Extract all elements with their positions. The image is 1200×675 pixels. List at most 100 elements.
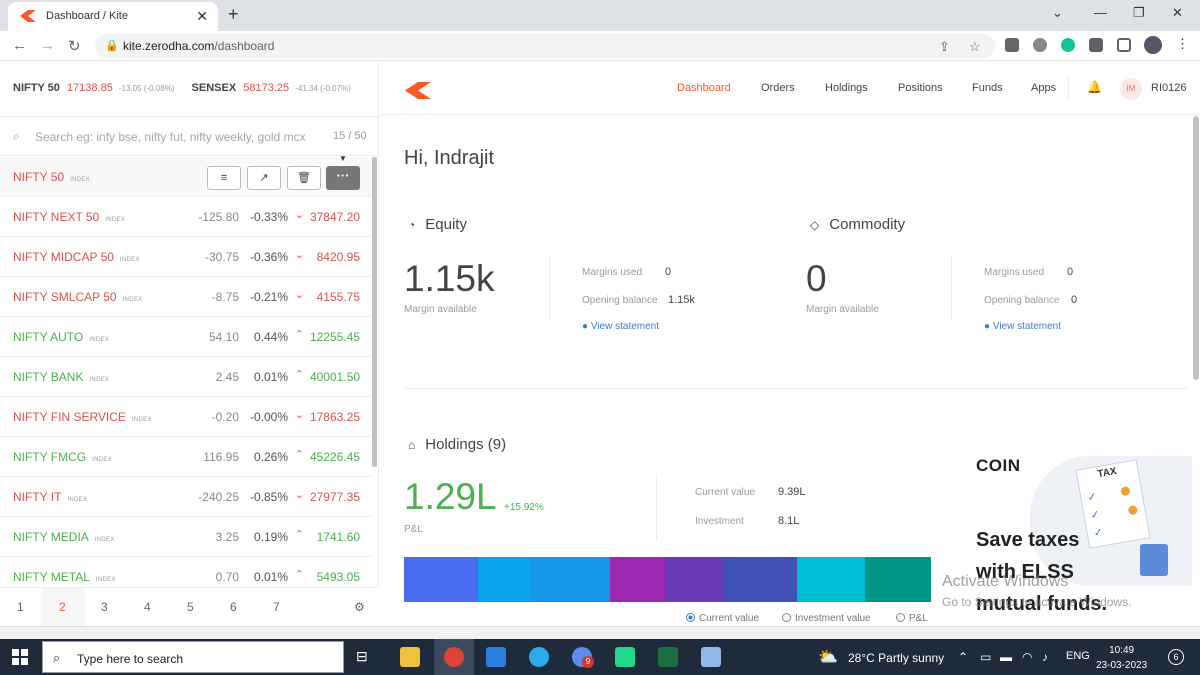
instrument-symbol: NIFTY FIN SERVICE (13, 410, 126, 424)
dashboard-scrollbar[interactable] (1193, 116, 1199, 380)
user-id[interactable]: RI0126 (1151, 82, 1186, 94)
kite-logo-icon[interactable] (405, 82, 431, 99)
instrument-tag: INDEX (119, 257, 140, 263)
side-panel-icon[interactable] (1117, 38, 1131, 52)
watchlist-page-1[interactable]: 1 (17, 600, 24, 614)
watchlist-row[interactable]: NIFTY AUTO INDEX 54.10 0.44% ⌃ 12255.45 (0, 317, 372, 357)
excel-icon[interactable] (658, 647, 678, 667)
volume-icon[interactable]: ♪ (1042, 650, 1048, 664)
watchlist-row[interactable]: NIFTY BANK INDEX 2.45 0.01% ⌃ 40001.50 (0, 357, 372, 397)
mail-badge: 9 (582, 656, 594, 668)
telegram-icon[interactable] (529, 647, 549, 667)
radio-current-label: Current value (699, 613, 760, 624)
chrome-menu-icon[interactable]: ⋮ (1176, 36, 1189, 52)
app-icon[interactable] (486, 647, 506, 667)
allocation-segment[interactable] (722, 557, 797, 602)
address-bar[interactable]: 🔒 kite.zerodha.com/dashboard ⇪ ☆ (95, 34, 995, 58)
allocation-segment[interactable] (530, 557, 610, 602)
reload-icon[interactable]: ↻ (68, 37, 81, 55)
taskbar-search-input[interactable]: Type here to search (77, 652, 183, 666)
file-explorer-icon[interactable] (400, 647, 420, 667)
nav-apps[interactable]: Apps (1031, 82, 1056, 94)
search-input[interactable]: Search eg: infy bse, nifty fut, nifty we… (35, 130, 306, 144)
notification-bell-icon[interactable]: 🔔 (1087, 80, 1102, 94)
wifi-icon[interactable]: ◠ (1022, 650, 1032, 664)
watchlist-row[interactable]: NIFTY FMCG INDEX 116.95 0.26% ⌃ 45226.45 (0, 437, 372, 477)
pycharm-icon[interactable] (615, 647, 635, 667)
clock[interactable]: 10:49 23-03-2023 (1096, 643, 1147, 673)
equity-view-statement-link[interactable]: ● View statement (582, 321, 659, 332)
weather-icon[interactable]: ⛅ (818, 647, 838, 667)
instrument-search[interactable]: ⌕ Search eg: infy bse, nifty fut, nifty … (0, 116, 379, 156)
watchlist-row[interactable]: NIFTY MEDIA INDEX 3.25 0.19% ⌃ 1741.60 (0, 517, 372, 557)
nav-dashboard[interactable]: Dashboard (677, 82, 731, 94)
minimize-icon[interactable]: — (1094, 5, 1107, 20)
watchlist-row[interactable]: NIFTY FIN SERVICE INDEX -0.20 -0.00% ⌄ 17863.… (0, 397, 372, 437)
tray-chevron-icon[interactable]: ⌃ (958, 650, 968, 664)
more-options-button[interactable]: ··· (326, 166, 360, 190)
language-indicator[interactable]: ENG (1066, 650, 1090, 662)
commodity-divider (951, 254, 952, 320)
holdings-allocation-bar[interactable] (404, 557, 931, 602)
nav-holdings[interactable]: Holdings (825, 82, 868, 94)
nav-funds[interactable]: Funds (972, 82, 1003, 94)
forward-icon[interactable]: → (40, 37, 55, 54)
weather-text[interactable]: 28°C Partly sunny (848, 651, 944, 665)
new-tab-button[interactable]: + (228, 4, 239, 25)
watchlist-page-2[interactable]: 2 (59, 600, 66, 614)
battery-icon[interactable]: ▬ (1000, 650, 1012, 664)
task-view-icon[interactable]: ⊟ (356, 648, 368, 665)
watchlist-page-7[interactable]: 7 (273, 600, 280, 614)
watchlist-page-6[interactable]: 6 (230, 600, 237, 614)
radio-pnl[interactable]: P&L (896, 613, 928, 624)
watchlist-page-3[interactable]: 3 (101, 600, 108, 614)
windows-start-icon[interactable] (12, 649, 28, 665)
watchlist-scrollbar[interactable] (372, 157, 377, 467)
grammarly-icon[interactable] (1061, 38, 1075, 52)
window-close-icon[interactable]: ✕ (1172, 5, 1183, 21)
radio-current-value[interactable]: Current value (686, 613, 759, 624)
allocation-segment[interactable] (865, 557, 931, 602)
chrome-icon[interactable] (444, 647, 464, 667)
chart-button[interactable]: ↗ (247, 166, 281, 190)
delete-button[interactable]: 🗑 (287, 166, 321, 190)
tray-app-icon[interactable]: ▭ (980, 650, 991, 664)
allocation-segment[interactable] (664, 557, 723, 602)
extension-icon[interactable] (1005, 38, 1019, 52)
back-icon[interactable]: ← (12, 37, 27, 54)
instrument-symbol: NIFTY NEXT 50 (13, 210, 100, 224)
extension-icon[interactable] (1033, 38, 1047, 52)
tab-search-icon[interactable]: ⌄ (1052, 5, 1063, 21)
allocation-segment[interactable] (796, 557, 866, 602)
allocation-segment[interactable] (609, 557, 665, 602)
nav-orders[interactable]: Orders (761, 82, 795, 94)
extensions-puzzle-icon[interactable] (1089, 38, 1103, 52)
notification-center-icon[interactable]: 6 (1168, 649, 1184, 665)
browser-tab[interactable]: Dashboard / Kite ✕ (8, 2, 218, 31)
profile-avatar[interactable] (1144, 36, 1162, 54)
app-icon[interactable]: 9 (572, 647, 594, 668)
market-depth-button[interactable]: ≡ (207, 166, 241, 190)
watchlist-row[interactable]: NIFTY IT INDEX -240.25 -0.85% ⌄ 27977.35 (0, 477, 372, 517)
nav-positions[interactable]: Positions (898, 82, 943, 94)
maximize-icon[interactable]: ❐ (1133, 5, 1145, 21)
allocation-segment[interactable] (404, 557, 478, 602)
taskbar-search[interactable]: ⌕ Type here to search (42, 641, 344, 673)
equity-link-text: View statement (590, 321, 660, 332)
radio-investment-value[interactable]: Investment value (782, 613, 871, 624)
watchlist-row[interactable]: NIFTY NEXT 50 INDEX -125.80 -0.33% ⌄ 37847.20 (0, 197, 372, 237)
watchlist-row[interactable]: NIFTY MIDCAP 50 INDEX -30.75 -0.36% ⌄ 8420.95 (0, 237, 372, 277)
tab-title: Dashboard / Kite (46, 10, 128, 22)
user-avatar[interactable]: IM (1120, 78, 1142, 100)
horizontal-scrollbar[interactable] (0, 626, 1200, 639)
watchlist-row[interactable]: NIFTY SMLCAP 50 INDEX -8.75 -0.21% ⌄ 4155.75 (0, 277, 372, 317)
share-icon[interactable]: ⇪ (939, 39, 950, 55)
app-icon[interactable] (701, 647, 721, 667)
tab-close-icon[interactable]: ✕ (196, 8, 208, 25)
watchlist-page-5[interactable]: 5 (187, 600, 194, 614)
bookmark-star-icon[interactable]: ☆ (969, 39, 981, 55)
settings-gear-icon[interactable]: ⚙ (354, 600, 365, 614)
allocation-segment[interactable] (477, 557, 531, 602)
commodity-view-statement-link[interactable]: ● View statement (984, 321, 1061, 332)
watchlist-page-4[interactable]: 4 (144, 600, 151, 614)
